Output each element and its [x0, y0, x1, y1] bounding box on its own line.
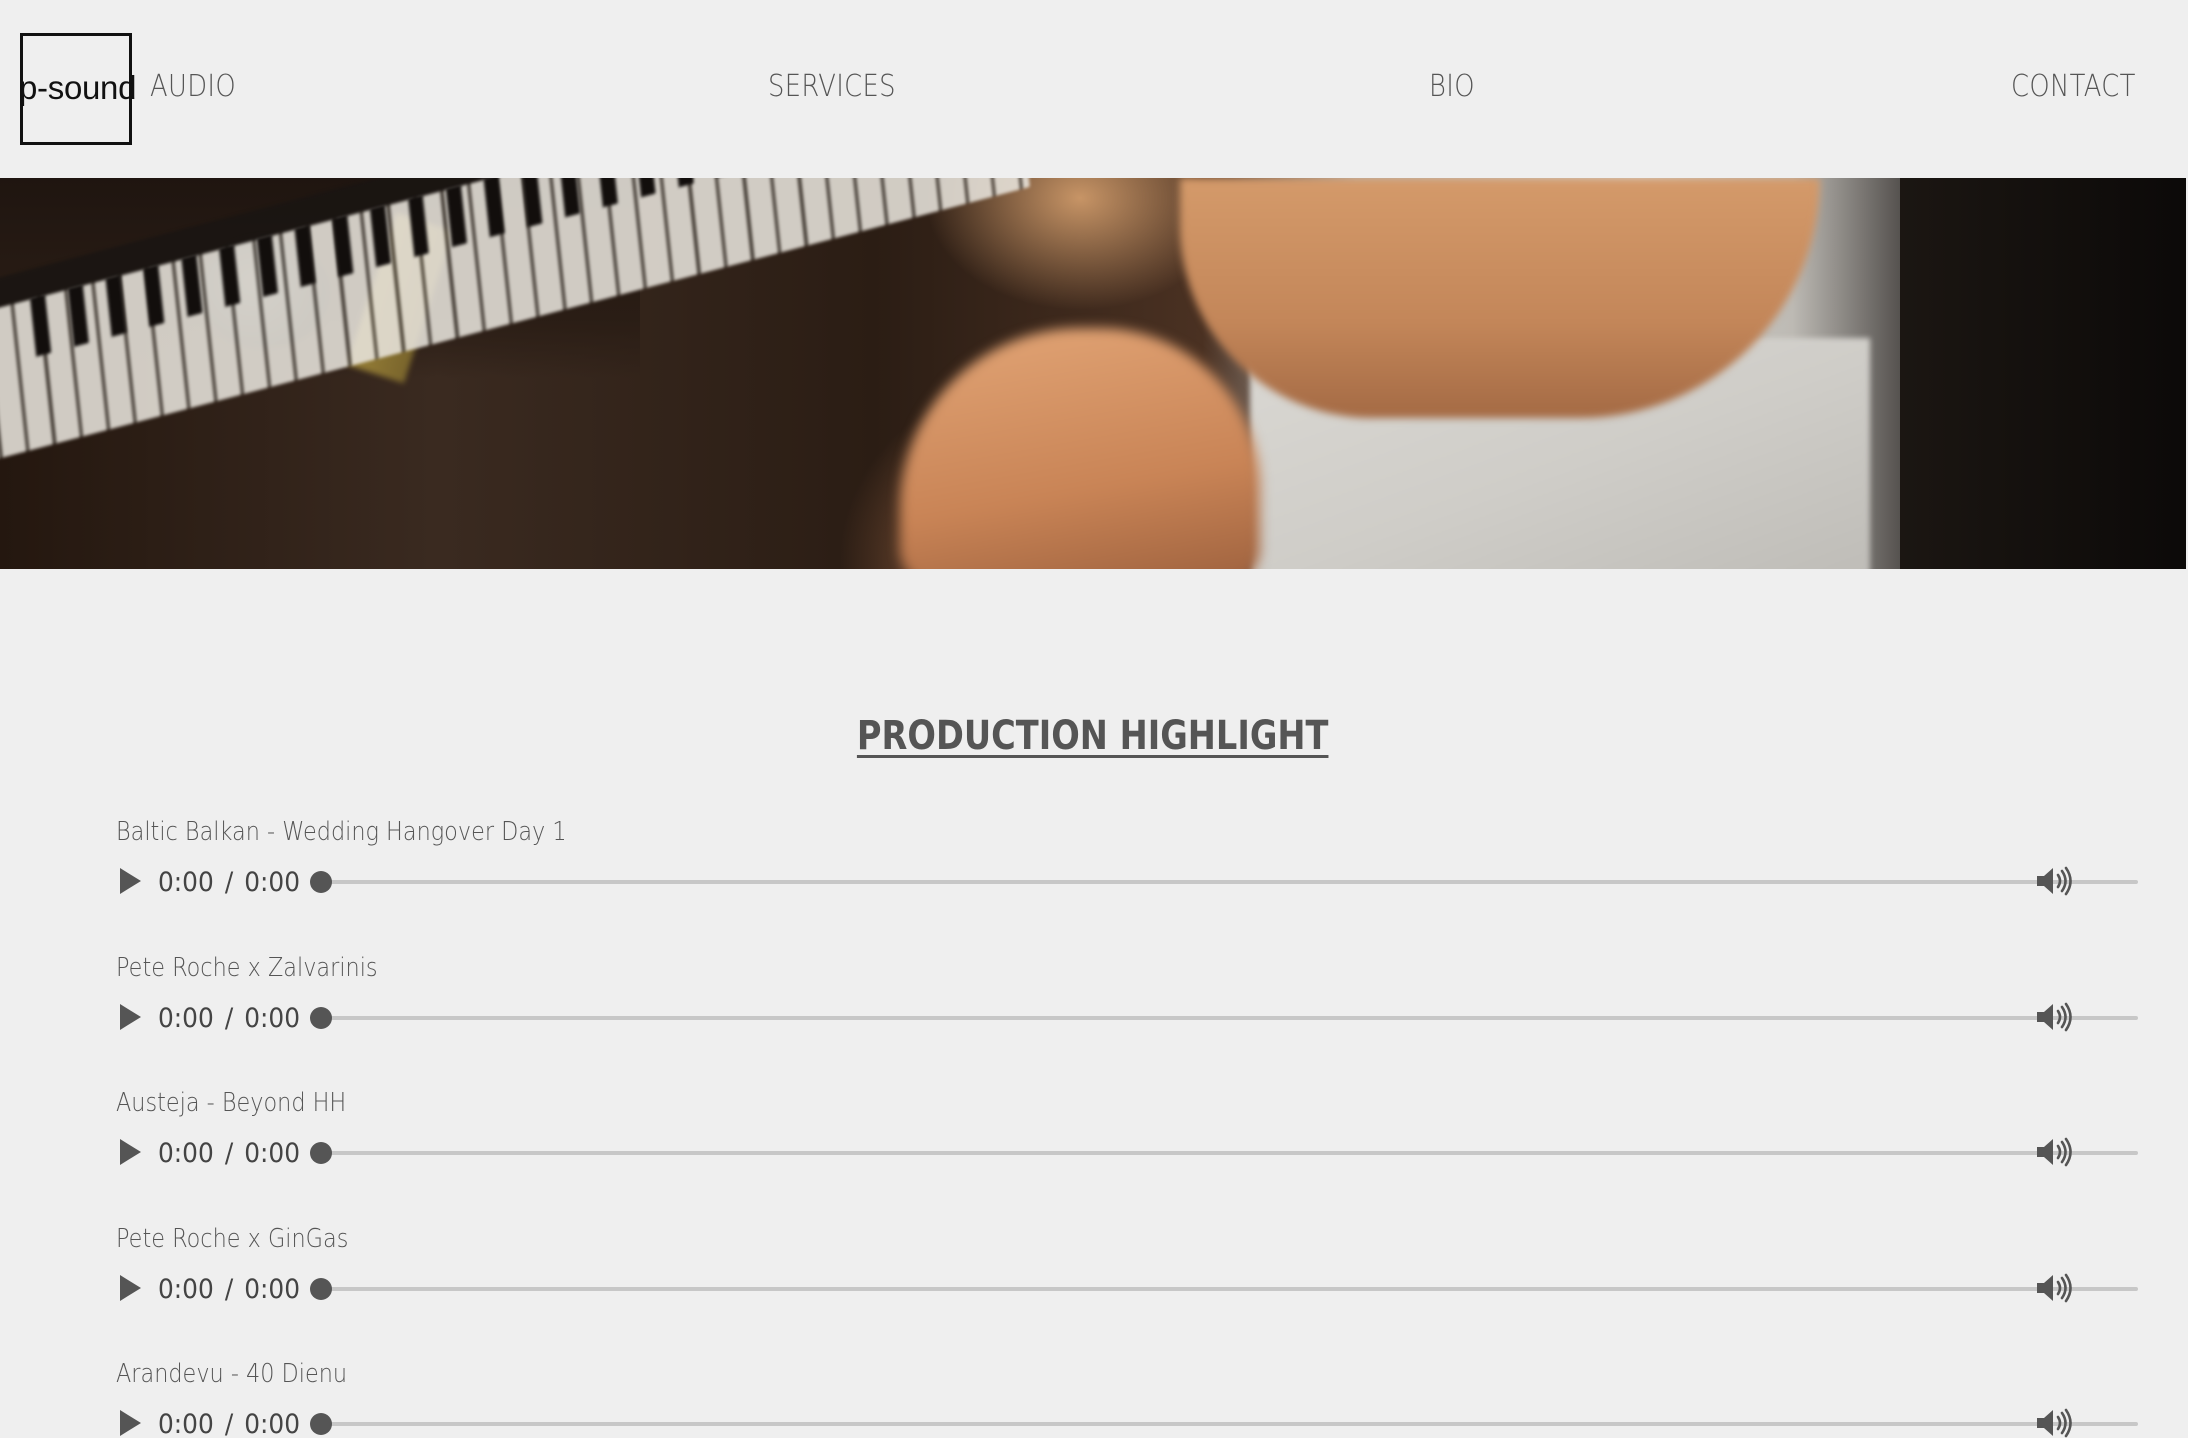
nav-bio[interactable]: BIO [1429, 66, 1475, 108]
time-separator: / [224, 867, 234, 898]
time-separator: / [224, 1409, 234, 1438]
seek-bar[interactable] [321, 1422, 2138, 1426]
time-separator: / [224, 1274, 234, 1305]
time-display: 0:00 / 0:00 [158, 1135, 300, 1173]
nav-contact[interactable]: CONTACT [2011, 66, 2136, 108]
volume-icon[interactable] [2034, 1408, 2074, 1438]
time-separator: / [224, 1138, 234, 1169]
seek-thumb[interactable] [310, 1413, 332, 1435]
hero-image [0, 178, 2186, 569]
duration: 0:00 [244, 1409, 301, 1438]
current-time: 0:00 [158, 867, 214, 898]
seek-thumb[interactable] [310, 871, 332, 893]
audio-track: Pete Roche x GinGas 0:00 / 0:00 [116, 1221, 2138, 1341]
duration: 0:00 [244, 1003, 301, 1034]
play-icon[interactable] [120, 868, 141, 894]
current-time: 0:00 [158, 1409, 214, 1438]
seek-thumb[interactable] [310, 1007, 332, 1029]
volume-icon[interactable] [2034, 866, 2074, 896]
track-title: Pete Roche x GinGas [116, 1224, 349, 1254]
audio-track: Baltic Balkan - Wedding Hangover Day 1 0… [116, 814, 2138, 934]
seek-bar[interactable] [321, 1287, 2138, 1291]
track-title: Pete Roche x Zalvarinis [116, 953, 378, 983]
seek-thumb[interactable] [310, 1142, 332, 1164]
seek-thumb[interactable] [310, 1278, 332, 1300]
current-time: 0:00 [158, 1274, 214, 1305]
audio-player: 0:00 / 0:00 [116, 858, 2138, 906]
hero-dark-edge [1900, 178, 2186, 569]
current-time: 0:00 [158, 1138, 214, 1169]
audio-player: 0:00 / 0:00 [116, 1129, 2138, 1177]
time-separator: / [224, 1003, 234, 1034]
audio-track: Pete Roche x Zalvarinis 0:00 / 0:00 [116, 950, 2138, 1070]
seek-bar[interactable] [321, 1016, 2138, 1020]
audio-track: Austeja - Beyond HH 0:00 / 0:00 [116, 1085, 2138, 1205]
nav-services[interactable]: SERVICES [768, 66, 896, 108]
section-title: PRODUCTION HIGHLIGHT [857, 713, 1329, 759]
play-icon[interactable] [120, 1410, 141, 1436]
time-display: 0:00 / 0:00 [158, 1406, 300, 1438]
audio-track: Arandevu - 40 Dienu 0:00 / 0:00 [116, 1356, 2138, 1438]
volume-icon[interactable] [2034, 1273, 2074, 1303]
logo[interactable]: p-sound [19, 33, 136, 145]
volume-icon[interactable] [2034, 1002, 2074, 1032]
logo-text: p-sound [19, 69, 137, 106]
track-title: Arandevu - 40 Dienu [116, 1359, 348, 1389]
seek-bar[interactable] [321, 880, 2138, 884]
play-icon[interactable] [120, 1139, 141, 1165]
audio-player: 0:00 / 0:00 [116, 1265, 2138, 1313]
duration: 0:00 [244, 867, 301, 898]
time-display: 0:00 / 0:00 [158, 864, 300, 902]
audio-player: 0:00 / 0:00 [116, 994, 2138, 1042]
track-title: Austeja - Beyond HH [116, 1088, 347, 1118]
site-header: p-sound AUDIO SERVICES BIO CONTACT [0, 0, 2186, 178]
duration: 0:00 [244, 1138, 301, 1169]
current-time: 0:00 [158, 1003, 214, 1034]
play-icon[interactable] [120, 1275, 141, 1301]
nav-audio[interactable]: AUDIO [150, 66, 236, 108]
track-title: Baltic Balkan - Wedding Hangover Day 1 [116, 817, 567, 847]
duration: 0:00 [244, 1274, 301, 1305]
audio-player: 0:00 / 0:00 [116, 1400, 2138, 1438]
time-display: 0:00 / 0:00 [158, 1000, 300, 1038]
volume-icon[interactable] [2034, 1137, 2074, 1167]
play-icon[interactable] [120, 1004, 141, 1030]
seek-bar[interactable] [321, 1151, 2138, 1155]
time-display: 0:00 / 0:00 [158, 1271, 300, 1309]
